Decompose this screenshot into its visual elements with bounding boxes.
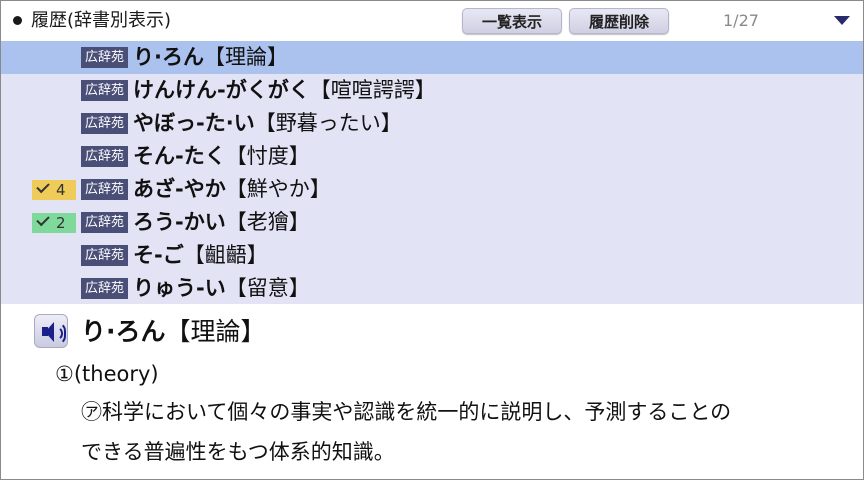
headword: り·ろん【理論】 [81,314,266,350]
page-title: 履歴(辞書別表示) [31,10,172,31]
history-item[interactable]: 広辞苑 りゅう-い【留意】 [1,272,863,305]
list-view-button[interactable]: 一覧表示 [462,8,562,34]
definition-line: ㋐科学において個々の事実や認識を統一的に説明し、予測することの [81,400,732,424]
entry-kanji: 【野暮ったい】 [254,111,402,135]
source-badge: 広辞苑 [81,113,128,134]
definition-line: できる普遍性をもつ体系的知識。 [81,440,395,464]
history-list: 広辞苑 り·ろん【理論】 広辞苑 けんけん-がくがく【喧喧諤諤】 広辞苑 やぼっ… [1,41,863,304]
entry-reading: りゅう-い [133,276,226,300]
history-item[interactable]: 4 広辞苑 あざ-やか【鮮やか】 [1,173,863,206]
headword-kanji: 【理論】 [165,317,266,346]
history-item[interactable]: 広辞苑 そ-ご【齟齬】 [1,239,863,272]
sense-label: ①(theory) [55,362,159,386]
dropdown-arrow-icon[interactable] [834,16,850,25]
entry-reading: あざ-やか [133,177,226,201]
history-item[interactable]: 広辞苑 そん-たく【忖度】 [1,140,863,173]
sound-wave-shape [57,322,66,345]
review-mark-badge: 2 [32,212,76,233]
review-mark-badge: 4 [32,179,76,200]
source-badge: 広辞苑 [81,245,128,266]
entry-kanji: 【齟齬】 [183,243,268,267]
entry-title: そ-ご【齟齬】 [133,241,268,270]
history-item[interactable]: 広辞苑 り·ろん【理論】 [1,41,863,74]
entry-reading: ろう-かい [133,210,226,234]
entry-kanji: 【喧喧諤諤】 [309,78,436,102]
entry-reading: そん-たく [133,144,226,168]
entry-reading: そ-ご [133,243,184,267]
entry-kanji: 【理論】 [203,45,288,69]
entry-title: けんけん-がくがく【喧喧諤諤】 [133,76,436,105]
source-badge: 広辞苑 [81,278,128,299]
definition-panel: り·ろん【理論】 ①(theory) ㋐科学において個々の事実や認識を統一的に説… [1,304,863,479]
entry-title: やぼっ-た·い【野暮ったい】 [133,109,402,138]
checkmark-icon [36,212,50,227]
checkmark-icon [36,179,50,194]
history-item[interactable]: 広辞苑 けんけん-がくがく【喧喧諤諤】 [1,74,863,107]
source-badge: 広辞苑 [81,80,128,101]
entry-reading: けんけん-がくがく [133,78,310,102]
entry-reading: り·ろん [133,45,204,69]
entry-kanji: 【忖度】 [225,144,310,168]
review-count: 4 [56,181,66,199]
entry-title: そん-たく【忖度】 [133,142,310,171]
history-item[interactable]: 2 広辞苑 ろう-かい【老獪】 [1,206,863,239]
entry-title: り·ろん【理論】 [133,43,288,72]
review-count: 2 [56,214,66,232]
dictionary-history-screen: 履歴(辞書別表示) 一覧表示 履歴削除 1/27 広辞苑 り·ろん【理論】 広辞… [0,0,864,480]
entry-kanji: 【老獪】 [225,210,310,234]
history-item[interactable]: 広辞苑 やぼっ-た·い【野暮ったい】 [1,107,863,140]
bullet-icon [13,16,22,25]
page-count: 1/27 [723,11,759,30]
source-badge: 広辞苑 [81,146,128,167]
entry-title: あざ-やか【鮮やか】 [133,175,331,204]
entry-title: りゅう-い【留意】 [133,274,310,303]
entry-kanji: 【留意】 [225,276,310,300]
speaker-cone-shape [45,322,54,342]
source-badge: 広辞苑 [81,47,128,68]
entry-kanji: 【鮮やか】 [225,177,331,201]
delete-history-button[interactable]: 履歴削除 [569,8,669,34]
header-bar: 履歴(辞書別表示) 一覧表示 履歴削除 1/27 [1,1,863,41]
source-badge: 広辞苑 [81,212,128,233]
entry-reading: やぼっ-た·い [133,111,255,135]
source-badge: 広辞苑 [81,179,128,200]
entry-title: ろう-かい【老獪】 [133,208,310,237]
speaker-icon[interactable] [34,314,68,348]
headword-reading: り·ろん [81,317,166,346]
